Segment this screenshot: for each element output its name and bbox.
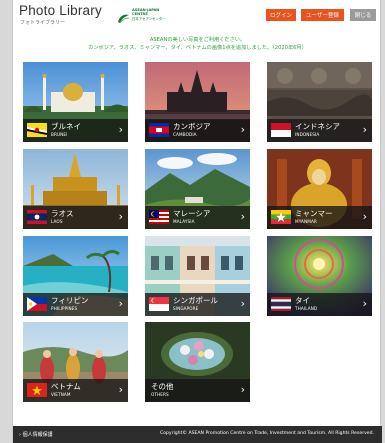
leaf-logo-icon xyxy=(117,9,130,23)
cambodia-flag-icon xyxy=(149,123,169,137)
country-name-jp: カンボジア xyxy=(173,122,211,131)
country-name-en: MYANMAR xyxy=(295,219,317,224)
chevron-right-icon: › xyxy=(118,297,123,310)
country-name-en: VIETNAM xyxy=(51,392,71,397)
page-subtitle: フォトライブラリー xyxy=(20,20,66,26)
chevron-right-icon: › xyxy=(240,123,245,136)
login-button[interactable]: ログイン xyxy=(266,9,296,21)
country-tile-philippines[interactable]: フィリピン PHILIPPINES › xyxy=(23,236,128,316)
register-button[interactable]: ユーザー登録 xyxy=(301,9,344,21)
country-name-jp: ブルネイ xyxy=(51,122,81,131)
singapore-flag-icon xyxy=(149,297,169,311)
notice-line-1: ASEANの美しい写真をご利用ください。 xyxy=(149,37,246,43)
page-container: Photo Library フォトライブラリー ASEAN-JAPAN CENT… xyxy=(12,0,382,443)
chevron-right-icon: › xyxy=(240,297,245,310)
country-name-jp: ラオス xyxy=(51,209,74,218)
laos-flag-icon xyxy=(27,210,47,224)
asean-japan-centre-logo[interactable]: ASEAN-JAPAN CENTRE 日本アセアンセンター xyxy=(117,7,173,23)
logo-line-1: ASEAN-JAPAN CENTRE xyxy=(132,7,160,17)
country-name-jp: フィリピン xyxy=(51,296,89,305)
chevron-right-icon: › xyxy=(118,210,123,223)
privacy-link[interactable]: › 個人情報保護 xyxy=(19,431,53,438)
country-tile-indonesia[interactable]: インドネシア INDONESIA › xyxy=(267,62,372,142)
country-name-jp: ミャンマー xyxy=(295,209,333,218)
country-name-en: MALAYSIA xyxy=(173,219,195,224)
chevron-right-icon: › xyxy=(118,123,123,136)
country-name-jp: インドネシア xyxy=(295,122,340,131)
country-name-en: THAILAND xyxy=(295,306,318,311)
brunei-flag-icon xyxy=(27,123,47,137)
chevron-right-icon: › xyxy=(240,383,245,396)
close-button[interactable]: 閉じる xyxy=(350,9,376,21)
chevron-right-icon: › xyxy=(240,210,245,223)
country-tile-thailand[interactable]: タイ THAILAND › xyxy=(267,236,372,316)
country-tile-brunei[interactable]: ブルネイ BRUNEI › xyxy=(23,62,128,142)
philippines-flag-icon xyxy=(27,297,47,311)
footer: › 個人情報保護 Copyright© ASEAN Promotion Cent… xyxy=(13,426,382,443)
chevron-right-icon: › xyxy=(362,297,367,310)
notice: ASEANの美しい写真をご利用ください。 カンボジア、ラオス、ミャンマー、タイ、… xyxy=(13,36,382,52)
country-tile-others[interactable]: その他 OTHERS › xyxy=(145,322,250,402)
header: Photo Library フォトライブラリー ASEAN-JAPAN CENT… xyxy=(13,0,382,30)
thailand-flag-icon xyxy=(271,297,291,311)
country-tile-vietnam[interactable]: ベトナム VIETNAM › xyxy=(23,322,128,402)
country-name-en: LAOS xyxy=(51,219,63,224)
country-name-en: BRUNEI xyxy=(51,132,68,137)
chevron-right-icon: › xyxy=(118,383,123,396)
country-tile-myanmar[interactable]: ミャンマー MYANMAR › xyxy=(267,149,372,229)
page-title: Photo Library xyxy=(19,3,102,18)
country-name-en: PHILIPPINES xyxy=(51,306,78,311)
malaysia-flag-icon xyxy=(149,210,169,224)
country-tile-malaysia[interactable]: マレーシア MALAYSIA › xyxy=(145,149,250,229)
myanmar-flag-icon xyxy=(271,210,291,224)
chevron-right-icon: › xyxy=(362,123,367,136)
logo-line-2: 日本アセアンセンター xyxy=(132,16,166,21)
country-name-jp: マレーシア xyxy=(173,209,211,218)
country-name-jp: ベトナム xyxy=(51,382,81,391)
country-name-jp: シンガポール xyxy=(173,296,218,305)
country-name-en: OTHERS xyxy=(151,392,169,397)
country-tile-singapore[interactable]: シンガポール SINGAPORE › xyxy=(145,236,250,316)
indonesia-flag-icon xyxy=(271,123,291,137)
country-name-en: SINGAPORE xyxy=(173,306,199,311)
country-name-jp: その他 xyxy=(151,382,174,391)
vietnam-flag-icon xyxy=(27,383,47,397)
country-tile-cambodia[interactable]: カンボジア CAMBODIA › xyxy=(145,62,250,142)
country-name-en: INDONESIA xyxy=(295,132,320,137)
country-tile-laos[interactable]: ラオス LAOS › xyxy=(23,149,128,229)
logo-text: ASEAN-JAPAN CENTRE 日本アセアンセンター xyxy=(132,8,173,21)
country-name-en: CAMBODIA xyxy=(173,132,197,137)
country-name-jp: タイ xyxy=(295,296,310,305)
chevron-right-icon: › xyxy=(362,210,367,223)
notice-line-2: カンボジア、ラオス、ミャンマー、タイ、ベトナムの画像1点を追加しました。（202… xyxy=(88,45,307,51)
copyright-text: Copyright© ASEAN Promotion Centre on Tra… xyxy=(159,431,374,436)
